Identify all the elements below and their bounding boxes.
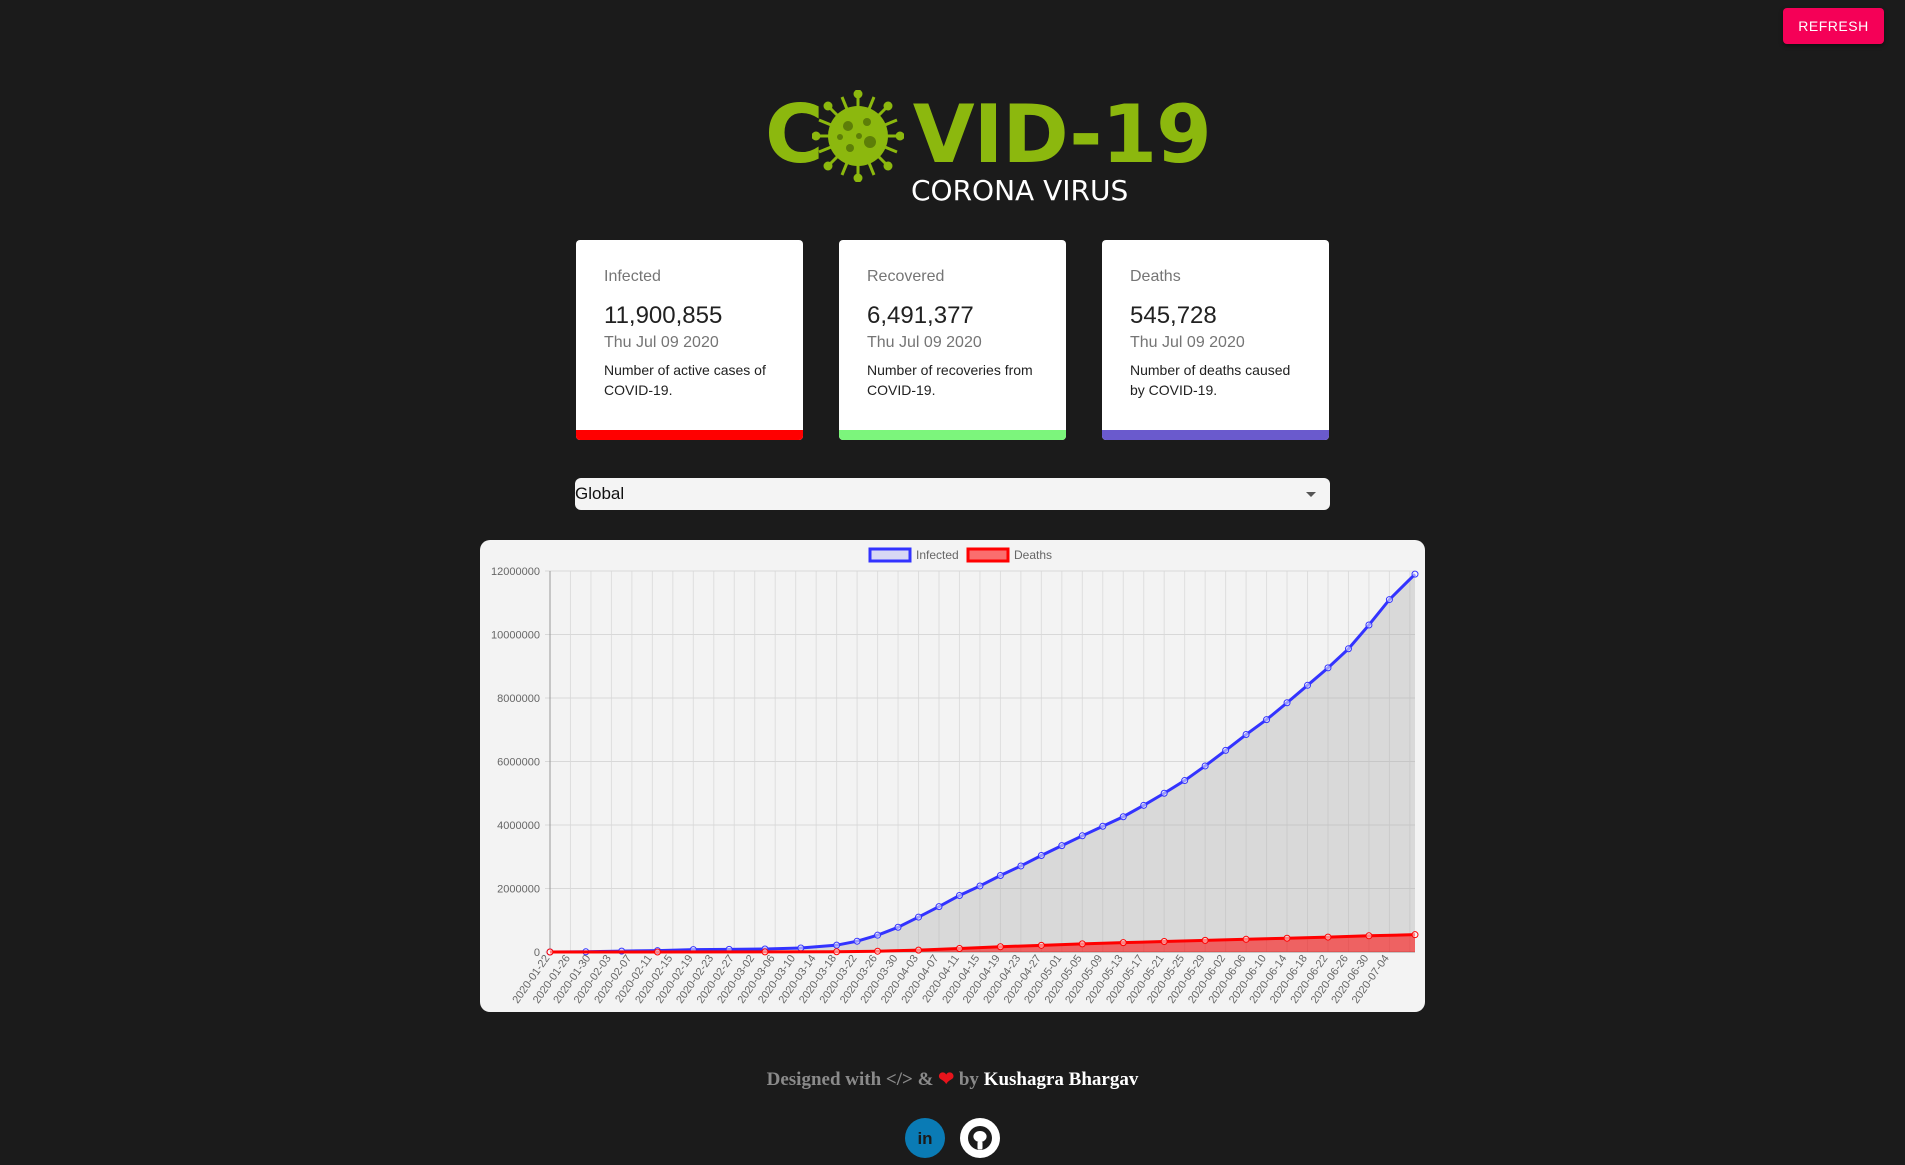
data-point [976,882,984,890]
data-point [874,931,882,939]
github-icon [968,1126,992,1150]
data-point [1344,645,1352,653]
virus-icon [812,90,904,182]
footer-designed-with: Designed with </> & [766,1069,939,1090]
legend-swatch [966,547,1010,563]
linkedin-link[interactable]: in [905,1118,945,1158]
series-area-infected [550,574,1415,952]
data-point [1385,596,1393,604]
y-tick-label: 10000000 [491,630,540,642]
data-point [874,947,882,955]
data-point [797,944,805,952]
linkedin-icon: in [917,1129,932,1148]
data-point [653,948,661,956]
data-point [955,891,963,899]
data-point [1324,933,1332,941]
data-point [1263,716,1271,724]
data-point [1304,681,1312,689]
data-point [1365,621,1373,629]
data-point [1242,731,1250,739]
card-date: Thu Jul 09 2020 [1130,334,1245,351]
chevron-down-icon [1306,492,1316,497]
infected-card: Infected 11,900,855 Thu Jul 09 2020 Numb… [576,240,803,440]
refresh-button[interactable]: REFRESH [1783,8,1884,44]
data-point [1037,851,1045,859]
y-tick-label: 8000000 [497,693,540,705]
data-point [1283,934,1291,942]
card-value: 545,728 [1130,302,1217,329]
svg-text:in: in [917,1129,932,1148]
data-point [1201,762,1209,770]
logo-title-rest: VID-19 [912,88,1212,181]
data-point [1140,801,1148,809]
data-point [1324,664,1332,672]
chart-svg: 0200000040000006000000800000010000000120… [491,547,1419,1006]
card-date: Thu Jul 09 2020 [867,334,982,351]
y-tick-label: 12000000 [491,566,540,578]
data-point [1058,842,1066,850]
data-point [1078,940,1086,948]
data-point [1242,935,1250,943]
data-point [1283,699,1291,707]
card-description: Number of deaths caused by COVID-19. [1130,362,1291,398]
data-point [546,948,554,956]
data-point [833,948,841,956]
card-description: Number of recoveries from COVID-19. [867,362,1033,398]
data-point [996,943,1004,951]
legend-label: Infected [916,548,959,562]
card-title: Infected [604,268,661,285]
country-select-value: Global [575,484,625,503]
data-point [1411,570,1419,578]
covid-logo: C VID-19 CORONA VIRUS [765,90,1212,210]
footer-author: Kushagra Bhargav [983,1069,1139,1090]
legend-swatch [868,547,912,563]
data-point [1181,777,1189,785]
data-point [833,941,841,949]
deaths-card: Deaths 545,728 Thu Jul 09 2020 Number of… [1102,240,1329,440]
card-description: Number of active cases of COVID-19. [604,362,766,398]
recovered-card: Recovered 6,491,377 Thu Jul 09 2020 Numb… [839,240,1066,440]
data-point [894,923,902,931]
card-color-bar [1102,430,1329,440]
data-point [996,871,1004,879]
y-tick-label: 4000000 [497,820,540,832]
data-point [1017,862,1025,870]
data-point [955,945,963,953]
card-value: 6,491,377 [867,302,974,329]
heart-icon: ❤ [938,1069,955,1090]
logo-subtitle: CORONA VIRUS [911,174,1129,207]
card-title: Deaths [1130,268,1181,285]
github-link[interactable] [960,1118,1000,1158]
card-title: Recovered [867,268,945,285]
data-point [935,903,943,911]
data-point [1160,789,1168,797]
data-point [1119,813,1127,821]
data-point [915,946,923,954]
data-point [915,913,923,921]
data-point [1078,832,1086,840]
card-value: 11,900,855 [604,302,723,329]
data-point [1160,938,1168,946]
card-color-bar [576,430,803,440]
data-point [1222,746,1230,754]
data-point [1099,822,1107,830]
footer-credit: Designed with </> & ❤ by Kushagra Bharga… [0,1068,1905,1091]
data-point [1119,939,1127,947]
data-point [1201,936,1209,944]
data-point [1365,932,1373,940]
data-point [1037,941,1045,949]
y-tick-label: 2000000 [497,884,540,896]
data-point [761,948,769,956]
footer-by: by [954,1069,984,1090]
card-date: Thu Jul 09 2020 [604,334,719,351]
country-select[interactable]: Global [575,478,1330,510]
y-tick-label: 6000000 [497,757,540,769]
stats-cards: Infected 11,900,855 Thu Jul 09 2020 Numb… [576,240,1330,440]
data-point [1411,931,1419,939]
cases-chart: 0 2000000 4000000 6000000 8000000 10000000 120… [480,540,1425,1012]
legend-label: Deaths [1014,548,1052,562]
data-point [853,937,861,945]
card-color-bar [839,430,1066,440]
